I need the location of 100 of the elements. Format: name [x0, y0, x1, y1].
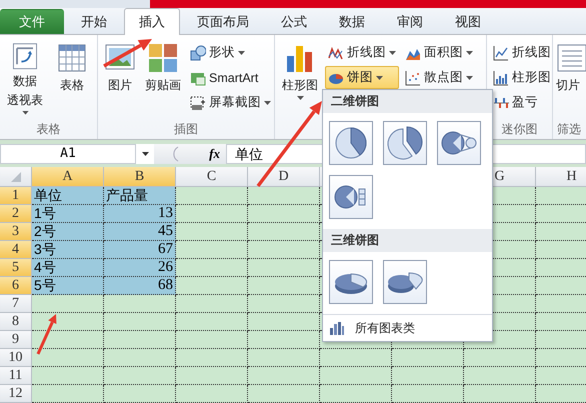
ribbon-button[interactable]: 柱形图 [490, 66, 554, 89]
table-cell[interactable] [248, 331, 320, 349]
table-cell[interactable] [248, 313, 320, 331]
table-cell[interactable] [176, 277, 248, 295]
ribbon-tab[interactable]: 插入 [124, 8, 180, 35]
row-header[interactable]: 6 [0, 277, 32, 295]
ribbon-button[interactable]: 形状 [187, 41, 274, 64]
table-cell[interactable]: 68 [104, 277, 176, 295]
table-cell[interactable] [176, 205, 248, 223]
table-cell[interactable] [248, 385, 320, 403]
table-cell[interactable] [464, 385, 536, 403]
row-header[interactable]: 9 [0, 331, 32, 349]
table-cell[interactable] [104, 349, 176, 367]
row-header[interactable]: 3 [0, 223, 32, 241]
table-cell[interactable] [248, 295, 320, 313]
all-chart-types-item[interactable]: 所有图表类 [323, 314, 492, 341]
table-cell[interactable] [248, 205, 320, 223]
row-header[interactable]: 1 [0, 187, 32, 205]
table-cell[interactable]: 67 [104, 241, 176, 259]
table-cell[interactable] [464, 349, 536, 367]
column-header[interactable]: H [536, 167, 586, 187]
ribbon-tab[interactable]: 视图 [440, 9, 496, 34]
table-cell[interactable] [104, 313, 176, 331]
table-cell[interactable]: 4号 [32, 259, 104, 277]
ribbon-button[interactable]: 数据 透视表 [3, 39, 47, 117]
ribbon-button[interactable]: 面积图 [402, 41, 476, 64]
table-cell[interactable]: 产品量 [104, 187, 176, 205]
table-cell[interactable] [248, 241, 320, 259]
ribbon-button[interactable]: 柱形图 [278, 39, 322, 117]
table-cell[interactable] [248, 277, 320, 295]
chart-type-option[interactable] [329, 260, 373, 304]
ribbon-tab[interactable]: 数据 [324, 9, 380, 34]
column-header[interactable]: D [248, 167, 320, 187]
table-cell[interactable]: 26 [104, 259, 176, 277]
row-header[interactable]: 4 [0, 241, 32, 259]
table-cell[interactable] [320, 367, 392, 385]
row-header[interactable]: 10 [0, 349, 32, 367]
ribbon-button[interactable]: 折线图 [325, 41, 399, 64]
column-header[interactable]: A [32, 167, 104, 187]
table-cell[interactable] [464, 367, 536, 385]
row-header[interactable]: 2 [0, 205, 32, 223]
table-cell[interactable]: 13 [104, 205, 176, 223]
ribbon-button[interactable]: 剪贴画 [142, 39, 184, 117]
row-header[interactable]: 7 [0, 295, 32, 313]
ribbon-button[interactable]: 散点图 [402, 66, 476, 89]
row-header[interactable]: 11 [0, 367, 32, 385]
ribbon-button[interactable]: SmartArt [187, 66, 274, 89]
table-cell[interactable] [248, 187, 320, 205]
table-cell[interactable] [248, 367, 320, 385]
table-cell[interactable]: 2号 [32, 223, 104, 241]
table-cell[interactable] [32, 349, 104, 367]
table-cell[interactable]: 3号 [32, 241, 104, 259]
name-box-dropdown[interactable] [136, 144, 154, 164]
table-cell[interactable] [176, 331, 248, 349]
table-cell[interactable] [176, 223, 248, 241]
ribbon-button[interactable]: 表格 [50, 39, 94, 117]
name-box[interactable]: A1 [0, 144, 136, 164]
ribbon-button[interactable]: 屏幕截图 [187, 91, 274, 114]
table-cell[interactable] [176, 313, 248, 331]
insert-function-button[interactable]: fx [209, 146, 220, 162]
chart-type-option[interactable] [329, 121, 373, 165]
table-cell[interactable] [104, 385, 176, 403]
table-cell[interactable] [248, 259, 320, 277]
chart-type-option[interactable] [329, 175, 373, 219]
ribbon-button[interactable]: 图片 [101, 39, 139, 117]
ribbon-tab[interactable]: 开始 [66, 9, 122, 34]
row-header[interactable]: 12 [0, 385, 32, 403]
table-cell[interactable] [176, 187, 248, 205]
table-cell[interactable]: 45 [104, 223, 176, 241]
table-cell[interactable] [176, 241, 248, 259]
chart-type-option[interactable] [437, 121, 481, 165]
table-cell[interactable] [248, 223, 320, 241]
table-cell[interactable] [176, 385, 248, 403]
table-cell[interactable]: 5号 [32, 277, 104, 295]
chart-type-option[interactable] [383, 121, 427, 165]
table-cell[interactable] [392, 349, 464, 367]
table-cell[interactable] [104, 331, 176, 349]
table-cell[interactable] [320, 385, 392, 403]
ribbon-tab[interactable]: 公式 [266, 9, 322, 34]
table-cell[interactable] [176, 295, 248, 313]
table-cell[interactable] [176, 367, 248, 385]
row-header[interactable]: 8 [0, 313, 32, 331]
table-cell[interactable] [104, 295, 176, 313]
ribbon-button[interactable]: 折线图 [490, 41, 554, 64]
ribbon-button[interactable]: 切片 [553, 39, 583, 117]
ribbon-button[interactable]: 盈亏 [490, 91, 554, 114]
table-cell[interactable] [248, 349, 320, 367]
chart-type-option[interactable] [383, 260, 427, 304]
table-cell[interactable] [392, 385, 464, 403]
ribbon-tab[interactable]: 页面布局 [182, 9, 264, 34]
ribbon-tab[interactable]: 审阅 [382, 9, 438, 34]
table-cell[interactable] [176, 349, 248, 367]
table-cell[interactable] [104, 367, 176, 385]
table-cell[interactable] [32, 385, 104, 403]
column-header[interactable]: C [176, 167, 248, 187]
row-header[interactable]: 5 [0, 259, 32, 277]
table-cell[interactable] [32, 367, 104, 385]
table-cell[interactable]: 1号 [32, 205, 104, 223]
table-cell[interactable] [392, 367, 464, 385]
table-cell[interactable]: 单位 [32, 187, 104, 205]
